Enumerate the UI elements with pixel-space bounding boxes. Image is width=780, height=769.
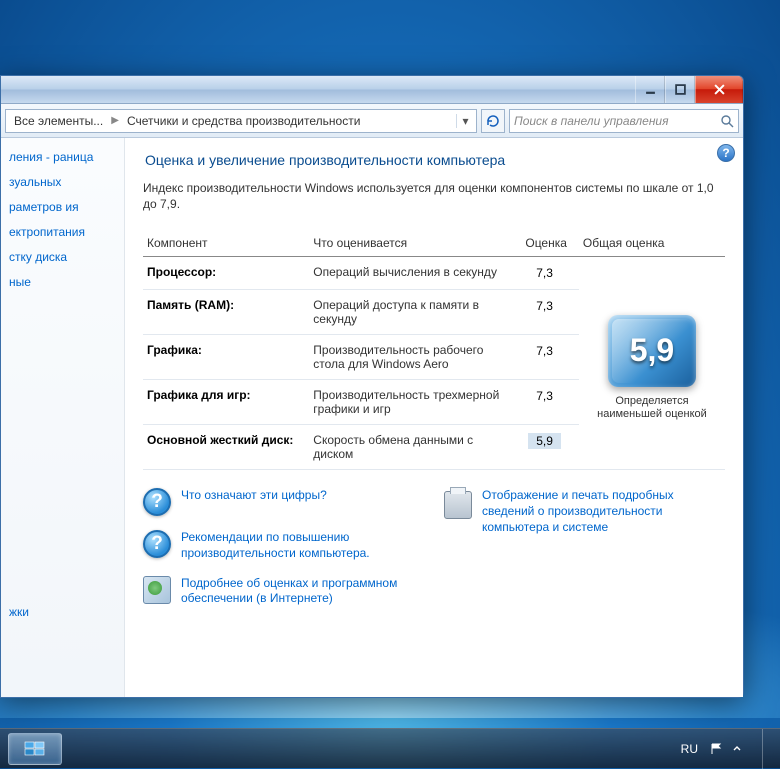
row-name: Процессор: xyxy=(143,257,309,290)
taskbar-app-button[interactable] xyxy=(8,733,62,765)
sidebar-link[interactable]: жки xyxy=(9,605,29,619)
link-label: Подробнее об оценках и программном обесп… xyxy=(181,576,424,607)
link-label: Что означают эти цифры? xyxy=(181,488,327,516)
minimize-button[interactable] xyxy=(635,76,665,103)
performance-table: Компонент Что оценивается Оценка Общая о… xyxy=(143,230,725,470)
row-desc: Скорость обмена данными с диском xyxy=(309,425,511,470)
software-icon xyxy=(143,576,171,604)
th-score: Оценка xyxy=(512,230,579,257)
intro-text: Индекс производительности Windows исполь… xyxy=(143,180,725,212)
overall-caption: Определяется наименьшей оценкой xyxy=(583,395,721,423)
taskbar: RU xyxy=(0,728,780,768)
row-desc: Операций доступа к памяти в секунду xyxy=(309,290,511,335)
link-label: Рекомендации по повышению производительн… xyxy=(181,530,424,561)
search-icon xyxy=(720,114,734,128)
link-recommendations[interactable]: ? Рекомендации по повышению производител… xyxy=(143,530,424,561)
page-title: Оценка и увеличение производительности к… xyxy=(145,152,725,168)
tray-arrow-icon[interactable] xyxy=(730,742,744,756)
row-score: 7,3 xyxy=(528,388,561,404)
control-panel-window: Все элементы... ▶ Счетчики и средства пр… xyxy=(0,75,744,698)
sidebar-link[interactable]: ления - раница xyxy=(9,150,118,165)
main-content: ? Оценка и увеличение производительности… xyxy=(125,138,743,697)
link-software-info[interactable]: Подробнее об оценках и программном обесп… xyxy=(143,576,424,607)
printer-icon xyxy=(444,491,472,519)
help-icon: ? xyxy=(143,488,171,516)
overall-cell: 5,9 Определяется наименьшей оценкой xyxy=(579,257,725,470)
row-name: Основной жесткий диск: xyxy=(143,425,309,470)
maximize-button[interactable] xyxy=(665,76,695,103)
link-label: Отображение и печать подробных сведений … xyxy=(482,488,725,535)
row-name: Память (RAM): xyxy=(143,290,309,335)
row-score: 5,9 xyxy=(528,433,561,449)
row-score: 7,3 xyxy=(528,265,561,281)
row-desc: Производительность рабочего стола для Wi… xyxy=(309,335,511,380)
row-score: 7,3 xyxy=(528,343,561,359)
navbar: Все элементы... ▶ Счетчики и средства пр… xyxy=(1,104,743,138)
table-row: Процессор: Операций вычисления в секунду… xyxy=(143,257,725,290)
close-button[interactable] xyxy=(695,76,743,103)
row-name: Графика для игр: xyxy=(143,380,309,425)
address-bar[interactable]: Все элементы... ▶ Счетчики и средства пр… xyxy=(5,109,477,133)
refresh-button[interactable] xyxy=(481,109,505,133)
sidebar-link[interactable]: стку диска xyxy=(9,250,118,265)
system-tray xyxy=(710,742,744,756)
titlebar xyxy=(1,76,743,104)
chevron-right-icon: ▶ xyxy=(109,115,121,126)
help-icon[interactable]: ? xyxy=(717,144,735,162)
address-dropdown-button[interactable]: ▾ xyxy=(456,114,474,128)
th-desc: Что оценивается xyxy=(309,230,511,257)
show-desktop-button[interactable] xyxy=(762,729,772,769)
row-score: 7,3 xyxy=(528,298,561,314)
language-indicator[interactable]: RU xyxy=(681,742,698,756)
help-icon: ? xyxy=(143,530,171,558)
overall-score-badge: 5,9 xyxy=(608,315,696,387)
sidebar-link[interactable]: раметров ия xyxy=(9,200,118,215)
breadcrumb-item[interactable]: Счетчики и средства производительности xyxy=(121,114,366,128)
sidebar: ления - раница зуальных раметров ия ектр… xyxy=(1,138,125,697)
search-placeholder: Поиск в панели управления xyxy=(514,114,669,128)
row-desc: Производительность трехмерной графики и … xyxy=(309,380,511,425)
th-component: Компонент xyxy=(143,230,309,257)
row-desc: Операций вычисления в секунду xyxy=(309,257,511,290)
row-name: Графика: xyxy=(143,335,309,380)
th-overall: Общая оценка xyxy=(579,230,725,257)
breadcrumb-item[interactable]: Все элементы... xyxy=(8,114,109,128)
sidebar-link[interactable]: ные xyxy=(9,275,118,290)
tray-flag-icon[interactable] xyxy=(710,742,724,756)
sidebar-link[interactable]: зуальных xyxy=(9,175,118,190)
overall-score-value: 5,9 xyxy=(630,332,674,369)
link-what-numbers-mean[interactable]: ? Что означают эти цифры? xyxy=(143,488,424,516)
search-input[interactable]: Поиск в панели управления xyxy=(509,109,739,133)
sidebar-link[interactable]: ектропитания xyxy=(9,225,118,240)
link-print-details[interactable]: Отображение и печать подробных сведений … xyxy=(444,488,725,535)
